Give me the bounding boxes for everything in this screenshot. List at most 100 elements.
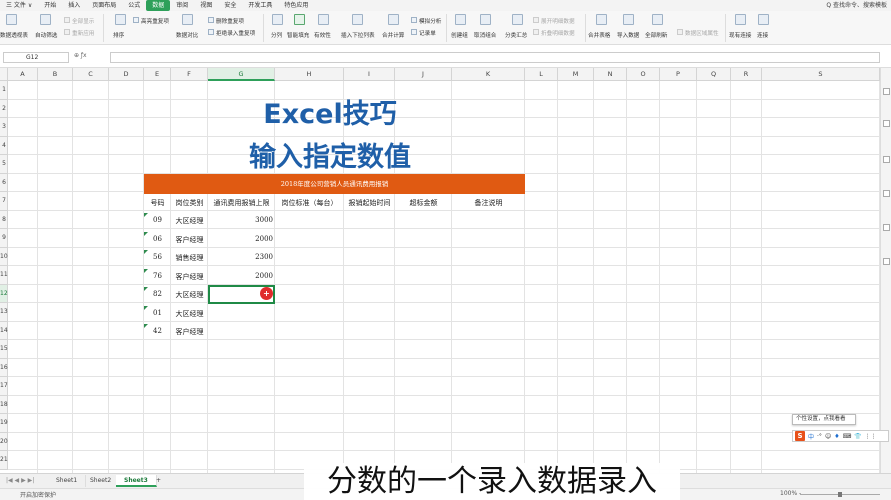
validity-button[interactable]: 有效性 <box>314 31 331 39</box>
command-search[interactable]: Q 查找命令、搜索模板 <box>826 0 887 11</box>
ime-voice-icon[interactable]: ♦ <box>834 433 839 440</box>
column-header-e[interactable]: E <box>144 68 171 81</box>
column-header-p[interactable]: P <box>660 68 697 81</box>
column-header-o[interactable]: O <box>627 68 660 81</box>
expand-detail-button[interactable]: 展开明细数据 <box>541 17 575 25</box>
sim-analysis-button[interactable]: 模拟分析 <box>419 17 441 25</box>
column-header-b[interactable]: B <box>38 68 73 81</box>
row-header-13[interactable]: 13 <box>0 303 8 322</box>
existing-conn-button[interactable]: 现有连接 <box>729 31 751 39</box>
existing-conn-icon[interactable] <box>735 14 746 25</box>
smart-fill-button[interactable]: 智能填充 <box>287 31 309 39</box>
data-range-props-button[interactable]: 数据区域属性 <box>685 29 719 37</box>
cell-role[interactable]: 客户经理 <box>171 235 208 245</box>
row-header-10[interactable]: 10 <box>0 247 8 266</box>
row-header-6[interactable]: 6 <box>0 173 8 192</box>
ungroup-button[interactable]: 取消组合 <box>474 31 496 39</box>
column-header-a[interactable]: A <box>8 68 38 81</box>
tab-sheet1[interactable]: Sheet1 <box>48 475 87 487</box>
column-header-l[interactable]: L <box>525 68 558 81</box>
row-header-1[interactable]: 1 <box>0 81 8 100</box>
cell-limit[interactable]: 2300 <box>208 253 273 261</box>
side-tool-icon[interactable] <box>883 88 890 95</box>
menu-developer[interactable]: 开发工具 <box>242 0 278 11</box>
autofilter-button[interactable]: 自动筛选 <box>35 31 57 39</box>
cell-limit[interactable]: 3000 <box>208 216 273 224</box>
column-header-n[interactable]: N <box>594 68 627 81</box>
menu-view[interactable]: 视图 <box>194 0 218 11</box>
menu-data[interactable]: 数据 <box>146 0 171 11</box>
row-header-15[interactable]: 15 <box>0 340 8 359</box>
cell-role[interactable]: 销售经理 <box>171 253 208 263</box>
connections-button[interactable]: 连接 <box>757 31 768 39</box>
row-header-19[interactable]: 19 <box>0 414 8 433</box>
split-icon[interactable] <box>272 14 283 25</box>
cell-code[interactable]: 09 <box>144 216 171 224</box>
ime-menu-icon[interactable]: ⋮⋮ <box>865 433 877 440</box>
column-header-j[interactable]: J <box>395 68 452 81</box>
header-code[interactable]: 号码 <box>144 198 171 208</box>
cell-limit[interactable]: 2000 <box>208 272 273 280</box>
row-header-11[interactable]: 11 <box>0 266 8 285</box>
data-compare-icon[interactable] <box>182 14 193 25</box>
column-header-g[interactable]: G <box>208 68 275 81</box>
cell-role[interactable]: 大区经理 <box>171 290 208 300</box>
header-start-time[interactable]: 报销起始时间 <box>344 198 395 208</box>
side-tool-icon[interactable] <box>883 120 890 127</box>
zoom-level[interactable]: 100% - <box>780 490 801 497</box>
row-header-17[interactable]: 17 <box>0 377 8 396</box>
column-header-d[interactable]: D <box>109 68 144 81</box>
menu-insert[interactable]: 插入 <box>62 0 86 11</box>
row-header-16[interactable]: 16 <box>0 358 8 377</box>
row-header-12[interactable]: 12 <box>0 284 8 303</box>
cell-code[interactable]: 56 <box>144 253 171 261</box>
ime-skin-icon[interactable]: 👕 <box>854 433 861 440</box>
validity-icon[interactable] <box>318 14 329 25</box>
consolidate-icon[interactable] <box>388 14 399 25</box>
cell-code[interactable]: 42 <box>144 327 171 335</box>
header-remarks[interactable]: 备注说明 <box>452 198 525 208</box>
merge-sheets-button[interactable]: 合并表格 <box>588 31 610 39</box>
cell-role[interactable]: 客户经理 <box>171 272 208 282</box>
ime-mode-chinese[interactable]: 中 <box>808 432 814 441</box>
menu-page-layout[interactable]: 页面布局 <box>86 0 122 11</box>
row-header-4[interactable]: 4 <box>0 136 8 155</box>
add-sheet-button[interactable]: + <box>148 475 169 487</box>
row-header-9[interactable]: 9 <box>0 229 8 248</box>
refresh-all-button[interactable]: 全部刷新 <box>645 31 667 39</box>
cell-role[interactable]: 客户经理 <box>171 327 208 337</box>
remove-dup-button[interactable]: 删除重复项 <box>216 17 244 25</box>
column-header-f[interactable]: F <box>171 68 208 81</box>
side-tool-icon[interactable] <box>883 156 890 163</box>
reject-dup-button[interactable]: 拒绝录入重复项 <box>216 29 255 37</box>
row-header-18[interactable]: 18 <box>0 395 8 414</box>
consolidate-button[interactable]: 合并计算 <box>382 31 404 39</box>
menu-special[interactable]: 特色应用 <box>278 0 314 11</box>
menu-security[interactable]: 安全 <box>218 0 242 11</box>
pivot-table-icon[interactable] <box>6 14 17 25</box>
side-tool-icon[interactable] <box>883 258 890 265</box>
worksheet-grid[interactable]: A B C D E F G H I J K L M N O P Q R S 1 2 3 4 5 6 7 8 9 10 11 12 13 14 15… <box>0 68 880 473</box>
header-role[interactable]: 岗位类别 <box>171 198 208 208</box>
sogou-logo-icon[interactable]: S <box>795 431 805 441</box>
ungroup-icon[interactable] <box>480 14 491 25</box>
column-header-r[interactable]: R <box>731 68 762 81</box>
header-limit[interactable]: 通讯费用报销上限 <box>208 198 275 208</box>
pivot-table-button[interactable]: 数据透视表 <box>0 31 28 39</box>
import-data-icon[interactable] <box>623 14 634 25</box>
record-button[interactable]: 记录单 <box>419 29 436 37</box>
sort-button[interactable]: 排序 <box>113 31 124 39</box>
menu-home[interactable]: 开始 <box>38 0 62 11</box>
vertical-scrollbar[interactable] <box>880 68 891 473</box>
ime-emoji-icon[interactable]: ☺ <box>825 433 831 440</box>
cell-role[interactable]: 大区经理 <box>171 309 208 319</box>
ime-punct-icon[interactable]: ·° <box>817 433 822 440</box>
dropdown-list-icon[interactable] <box>352 14 363 25</box>
row-header-7[interactable]: 7 <box>0 192 8 211</box>
create-group-icon[interactable] <box>455 14 466 25</box>
ime-keyboard-icon[interactable]: ⌨ <box>843 433 852 440</box>
filter-icon[interactable] <box>40 14 51 25</box>
select-all-corner[interactable] <box>0 68 8 81</box>
column-header-s[interactable]: S <box>762 68 880 81</box>
file-menu[interactable]: 三 文件 ∨ <box>0 0 38 11</box>
